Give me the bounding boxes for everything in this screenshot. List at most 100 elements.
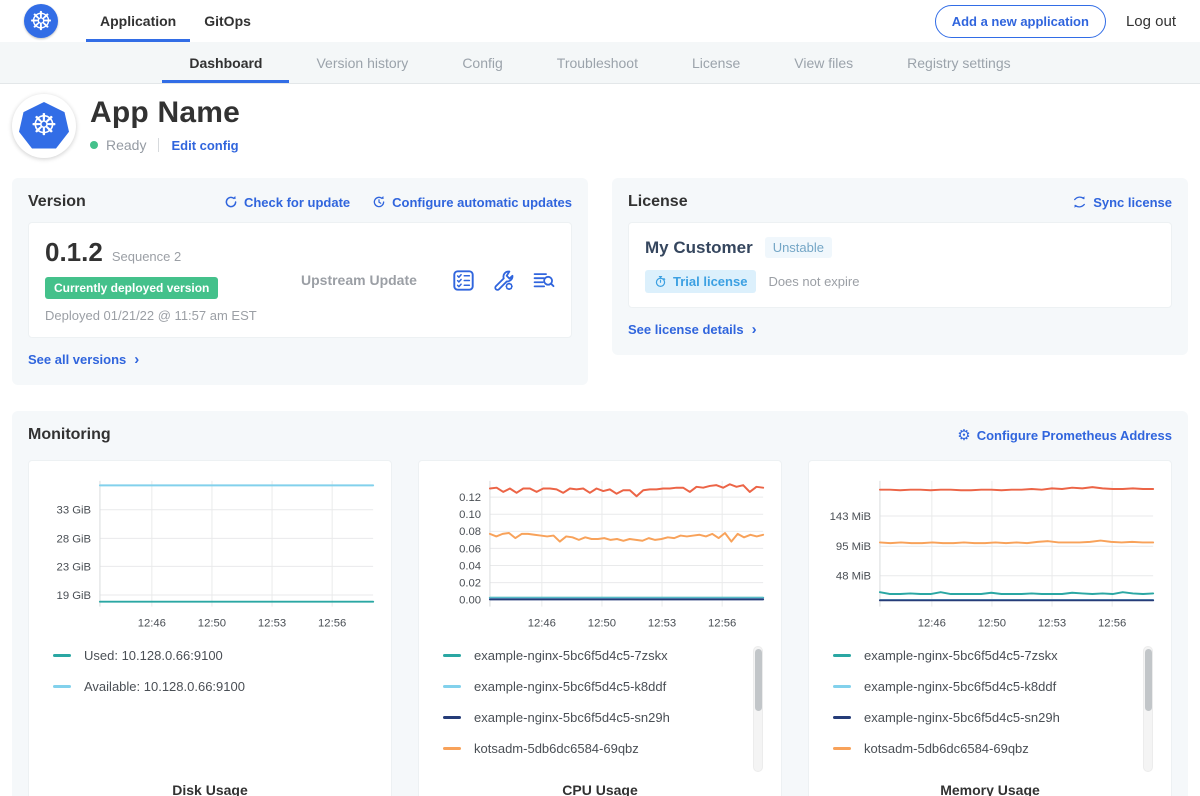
chart-legend: example-nginx-5bc6f5d4c5-7zskx example-ng… [833, 648, 1153, 772]
logout-link[interactable]: Log out [1126, 13, 1176, 30]
legend-item: example-nginx-5bc6f5d4c5-k8ddf [443, 679, 741, 694]
svg-text:48 MiB: 48 MiB [836, 571, 871, 583]
legend-item: Available: 10.128.0.66:9100 [53, 679, 373, 694]
divider [158, 138, 159, 152]
svg-text:12:56: 12:56 [708, 617, 736, 629]
svg-text:95 MiB: 95 MiB [836, 541, 871, 553]
legend-item: kotsadm-5db6dc6584-69qbz [443, 741, 741, 756]
license-panel: My Customer Unstable Trial license Does … [628, 222, 1172, 308]
svg-text:12:50: 12:50 [588, 617, 616, 629]
check-for-update-link[interactable]: Check for update [224, 195, 350, 210]
channel-badge: Unstable [765, 237, 832, 258]
edit-config-link[interactable]: Edit config [171, 138, 238, 153]
subnav-tab-version-history[interactable]: Version history [289, 42, 435, 83]
legend-label: example-nginx-5bc6f5d4c5-7zskx [864, 648, 1058, 663]
svg-text:12:46: 12:46 [918, 617, 946, 629]
legend-item: Used: 10.128.0.66:9100 [53, 648, 373, 663]
subnav-tab-view-files[interactable]: View files [767, 42, 880, 83]
chart-card-cpu-usage: 0.000.020.040.060.080.100.1212:4612:5012… [418, 460, 782, 796]
status-badge: Ready [106, 137, 146, 153]
legend-item: example-nginx-5bc6f5d4c5-7zskx [443, 648, 741, 663]
svg-text:12:50: 12:50 [198, 617, 226, 629]
legend-item: example-nginx-5bc6f5d4c5-7zskx [833, 648, 1131, 663]
chart-card-memory-usage: 48 MiB 95 MiB 143 MiB 12:46 12:50 12:53 12:56 e… [808, 460, 1172, 796]
svg-text:0.04: 0.04 [459, 560, 481, 572]
edit-config-wrench-icon[interactable] [492, 269, 515, 292]
svg-text:12:53: 12:53 [1038, 617, 1066, 629]
legend-dash-icon [53, 654, 71, 657]
legend-dash-icon [443, 747, 461, 750]
kubernetes-logo-icon: ☸ [24, 4, 58, 38]
legend-scrollbar[interactable] [753, 646, 763, 772]
subnav-tab-config[interactable]: Config [435, 42, 529, 83]
see-all-versions-link[interactable]: See all versions › [28, 351, 139, 368]
monitoring-card: Monitoring ⚙ Configure Prometheus Addres… [12, 411, 1188, 796]
legend-item: example-nginx-5bc6f5d4c5-k8ddf [833, 679, 1131, 694]
svg-text:33 GiB: 33 GiB [57, 505, 92, 517]
legend-dash-icon [833, 654, 851, 657]
page-title: App Name [90, 96, 240, 130]
add-application-button[interactable]: Add a new application [935, 5, 1106, 38]
version-number: 0.1.2 [45, 237, 103, 268]
sync-license-link[interactable]: Sync license [1072, 195, 1172, 210]
subnav-tab-license[interactable]: License [665, 42, 767, 83]
svg-text:143 MiB: 143 MiB [830, 511, 871, 523]
see-license-details-link[interactable]: See license details › [628, 321, 757, 338]
disk-usage-plot: 19 GiB 23 GiB 28 GiB 33 GiB 12:46 12:50 12:53 1… [39, 471, 381, 638]
deployed-timestamp: Deployed 01/21/22 @ 11:57 am EST [45, 308, 295, 323]
legend-label: example-nginx-5bc6f5d4c5-7zskx [474, 648, 668, 663]
customer-name: My Customer [645, 238, 753, 258]
top-navigation: ☸ ApplicationGitOps Add a new applicatio… [0, 0, 1200, 42]
stopwatch-icon [654, 275, 667, 288]
legend-dash-icon [443, 654, 461, 657]
monitoring-title: Monitoring [28, 426, 111, 444]
svg-text:12:50: 12:50 [978, 617, 1006, 629]
legend-item: example-nginx-5bc6f5d4c5-sn29h [443, 710, 741, 725]
scrollbar-thumb[interactable] [755, 649, 762, 711]
chevron-right-icon: › [752, 321, 757, 338]
cpu-usage-plot: 0.000.020.040.060.080.100.1212:4612:5012… [429, 471, 771, 638]
svg-text:12:56: 12:56 [1098, 617, 1126, 629]
preflight-checks-icon[interactable] [452, 269, 475, 292]
subnav-tab-registry-settings[interactable]: Registry settings [880, 42, 1037, 83]
chart-card-disk-usage: 19 GiB 23 GiB 28 GiB 33 GiB 12:46 12:50 12:53 1… [28, 460, 392, 796]
legend-label: Used: 10.128.0.66:9100 [84, 648, 223, 663]
chart-legend: Used: 10.128.0.66:9100 Available: 10.128.… [53, 648, 373, 770]
svg-text:12:46: 12:46 [528, 617, 556, 629]
deploy-logs-icon[interactable] [532, 269, 555, 292]
chart-legend: example-nginx-5bc6f5d4c5-7zskx example-ng… [443, 648, 763, 772]
svg-text:19 GiB: 19 GiB [57, 590, 92, 602]
configure-automatic-updates-link[interactable]: Configure automatic updates [372, 195, 572, 210]
legend-dash-icon [443, 716, 461, 719]
configure-prometheus-link[interactable]: ⚙ Configure Prometheus Address [957, 428, 1172, 443]
app-subnav: DashboardVersion historyConfigTroublesho… [0, 42, 1200, 84]
legend-scrollbar[interactable] [1143, 646, 1153, 772]
legend-dash-icon [53, 685, 71, 688]
refresh-icon [224, 195, 238, 209]
subnav-tab-dashboard[interactable]: Dashboard [162, 42, 289, 83]
legend-label: Available: 10.128.0.66:9100 [84, 679, 245, 694]
chart-title: CPU Usage [429, 772, 771, 796]
kubernetes-heptagon-icon: ☸ [19, 102, 69, 150]
topnav-tab-application[interactable]: Application [86, 0, 190, 42]
svg-text:0.02: 0.02 [459, 578, 481, 590]
license-type-badge: Trial license [645, 270, 756, 293]
topnav-tab-gitops[interactable]: GitOps [190, 0, 265, 42]
license-expiry: Does not expire [768, 274, 859, 289]
svg-text:0.12: 0.12 [459, 492, 481, 504]
legend-label: example-nginx-5bc6f5d4c5-sn29h [864, 710, 1060, 725]
status-dot-icon [90, 141, 98, 149]
svg-text:12:53: 12:53 [258, 617, 286, 629]
svg-text:23 GiB: 23 GiB [57, 561, 92, 573]
svg-text:28 GiB: 28 GiB [57, 533, 92, 545]
svg-text:12:56: 12:56 [318, 617, 346, 629]
version-card: Version Check for update [12, 178, 588, 385]
schedule-update-icon [372, 195, 386, 209]
scrollbar-thumb[interactable] [1145, 649, 1152, 711]
memory-usage-plot: 48 MiB 95 MiB 143 MiB 12:46 12:50 12:53 12:56 [819, 471, 1161, 638]
svg-text:12:46: 12:46 [138, 617, 166, 629]
app-icon: ☸ [12, 94, 76, 158]
subnav-tab-troubleshoot[interactable]: Troubleshoot [530, 42, 665, 83]
legend-item: example-nginx-5bc6f5d4c5-sn29h [833, 710, 1131, 725]
deployed-badge: Currently deployed version [45, 277, 218, 299]
